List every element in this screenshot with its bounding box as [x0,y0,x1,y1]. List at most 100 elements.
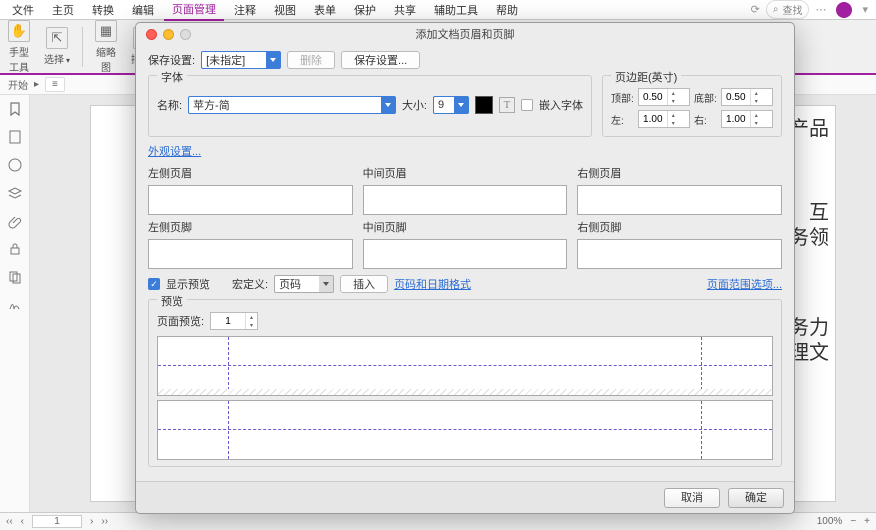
page-range-link[interactable]: 页面范围选项... [707,276,782,292]
font-group-title: 字体 [157,69,187,85]
left-header-input[interactable] [148,185,353,215]
macro-select[interactable]: 页码 [274,275,334,293]
font-size-select[interactable]: 9 [433,96,469,114]
signature-icon[interactable] [7,297,23,313]
left-header-label: 左侧页眉 [148,165,353,181]
right-header-label: 右侧页眉 [577,165,782,181]
copy-icon[interactable] [7,269,23,285]
layers-icon[interactable] [7,185,23,201]
tool-hand[interactable]: ✋手型 工具 [6,18,32,76]
margin-bottom-input[interactable]: ▴▾ [721,88,773,106]
attachment-icon[interactable] [7,213,23,229]
tool-select[interactable]: ⇱选择▾ [42,25,72,68]
menu-annotate[interactable]: 注释 [226,0,264,20]
right-header-input[interactable] [577,185,782,215]
menu-edit[interactable]: 编辑 [124,0,162,20]
zoom-out-icon[interactable]: − [850,516,856,527]
ok-button[interactable]: 确定 [728,488,784,508]
insert-macro-button[interactable]: 插入 [340,275,388,293]
search-box[interactable]: ⌕ 查找 [766,0,810,19]
dialog-titlebar[interactable]: 添加文档页眉和页脚 [136,23,794,45]
zoom-in-icon[interactable]: + [864,516,870,527]
save-settings-button[interactable]: 保存设置... [341,51,420,69]
margin-group: 页边距(英寸) 顶部: ▴▾ 底部: ▴▾ 左: ▴▾ 右: ▴▾ [602,75,782,137]
hand-icon: ✋ [8,20,30,42]
font-group: 字体 名称: 苹方-简 大小: 9 T 嵌入字体 [148,75,592,137]
ribbon-separator [82,27,83,67]
page-date-format-link[interactable]: 页码和日期格式 [394,276,471,292]
margin-right-input[interactable]: ▴▾ [721,110,773,128]
dropdown-icon[interactable]: ▾ [858,3,872,16]
page-icon[interactable] [7,129,23,145]
show-preview-checkbox[interactable]: ✓ [148,278,160,290]
select-icon: ⇱ [46,27,68,49]
doc-text: 理文 [789,336,829,365]
save-settings-select[interactable]: [未指定] [201,51,281,69]
menu-page-manage[interactable]: 页面管理 [164,0,224,21]
margin-right-label: 右: [694,112,717,127]
embed-font-label: 嵌入字体 [539,97,583,113]
tool-thumbnails[interactable]: ▦缩略 图 [93,18,119,76]
underline-icon[interactable]: T [499,97,515,113]
left-footer-input[interactable] [148,239,353,269]
menu-view[interactable]: 视图 [266,0,304,20]
menu-accessibility[interactable]: 辅助工具 [426,0,486,20]
menu-forms[interactable]: 表单 [306,0,344,20]
menu-share[interactable]: 共享 [386,0,424,20]
embed-font-checkbox[interactable] [521,99,533,111]
appearance-settings-link[interactable]: 外观设置... [148,143,201,159]
menu-home[interactable]: 主页 [44,0,82,20]
grid-icon: ▦ [95,20,117,42]
macro-label: 宏定义: [232,276,268,292]
preview-header-box [157,336,773,396]
center-header-label: 中间页眉 [363,165,568,181]
status-bar: ‹‹ ‹ 1 › ›› 100% − + [0,512,876,530]
chevron-down-icon [454,97,468,113]
left-sidebar [0,95,30,512]
nav-next-icon[interactable]: › [90,516,93,527]
preview-group: 预览 页面预览: ▴▾ [148,299,782,467]
doc-tab[interactable]: ≡ [45,77,65,92]
page-preview-label: 页面预览: [157,313,204,329]
right-footer-input[interactable] [577,239,782,269]
save-settings-label: 保存设置: [148,52,195,68]
lock-icon[interactable] [7,241,23,257]
chevron-down-icon [319,276,333,292]
zoom-value[interactable]: 100% [817,516,843,527]
menubar: 文件 主页 转换 编辑 页面管理 注释 视图 表单 保护 共享 辅助工具 帮助 … [0,0,876,20]
menu-help[interactable]: 帮助 [488,0,526,20]
search-icon: ⌕ [773,4,779,15]
page-preview-spinner[interactable]: ▴▾ [210,312,258,330]
user-avatar[interactable] [836,2,852,18]
margin-bottom-label: 底部: [694,90,717,105]
dialog-title: 添加文档页眉和页脚 [136,26,794,42]
font-color-swatch[interactable] [475,96,493,114]
font-name-select[interactable]: 苹方-简 [188,96,396,114]
center-footer-input[interactable] [363,239,568,269]
smile-icon[interactable] [7,157,23,173]
chevron-right-icon: ▸ [34,79,39,90]
margin-group-title: 页边距(英寸) [611,69,681,85]
font-size-label: 大小: [402,97,427,113]
menu-protect[interactable]: 保护 [346,0,384,20]
center-header-input[interactable] [363,185,568,215]
preview-footer-box [157,400,773,460]
left-footer-label: 左侧页脚 [148,219,353,235]
cancel-button[interactable]: 取消 [664,488,720,508]
nav-prev-icon[interactable]: ‹ [21,516,24,527]
start-label[interactable]: 开始 [8,77,28,92]
chevron-down-icon [381,97,395,113]
page-input[interactable]: 1 [32,515,82,528]
bookmark-icon[interactable] [7,101,23,117]
margin-left-input[interactable]: ▴▾ [638,110,690,128]
delete-button[interactable]: 删除 [287,51,335,69]
more-icon[interactable]: ⋯ [811,3,830,16]
doc-text: 产品 [789,112,829,141]
nav-last-icon[interactable]: ›› [101,516,108,527]
margin-top-input[interactable]: ▴▾ [638,88,690,106]
dialog-footer: 取消 确定 [136,481,794,513]
misc-zoom-icon[interactable]: ⟳ [747,3,764,16]
center-footer-label: 中间页脚 [363,219,568,235]
margin-top-label: 顶部: [611,90,634,105]
nav-first-icon[interactable]: ‹‹ [6,516,13,527]
